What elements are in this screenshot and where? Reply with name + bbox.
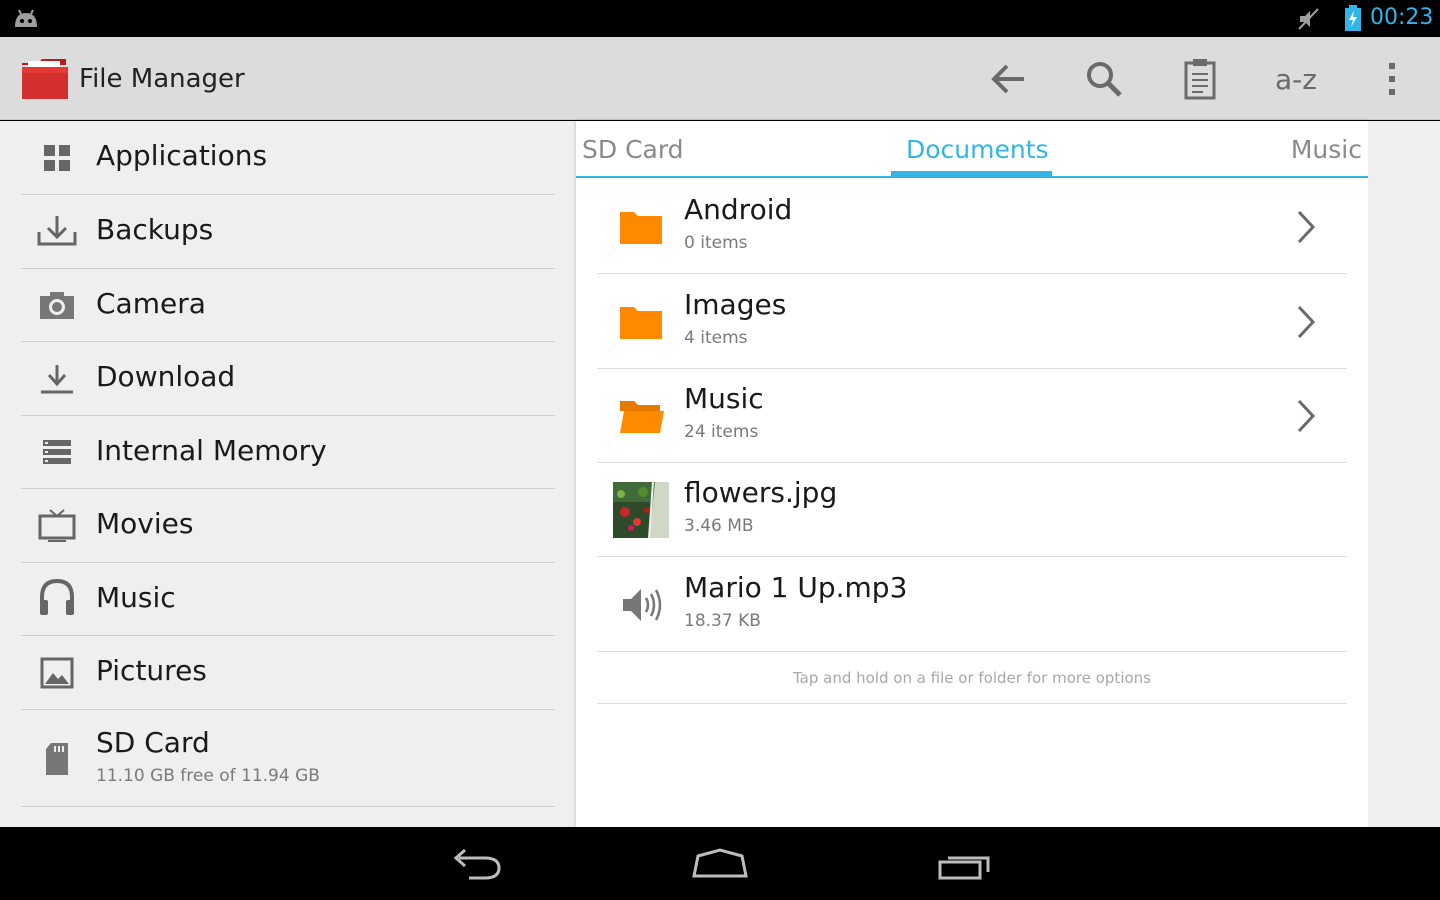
android-icon xyxy=(15,9,37,27)
location-tabs: SD Card Documents Music xyxy=(576,121,1368,178)
nav-back-button[interactable] xyxy=(445,846,509,886)
sidebar-item-label: Camera xyxy=(96,287,206,320)
clock: 00:23 xyxy=(1370,5,1434,30)
folder-icon xyxy=(613,199,669,255)
backup-download-icon xyxy=(35,211,79,251)
search-button[interactable] xyxy=(1079,55,1129,103)
sd-card-free-space: 11.10 GB free of 11.94 GB xyxy=(96,766,320,786)
back-arrow-icon xyxy=(991,64,1024,94)
chevron-right-icon xyxy=(1297,210,1316,244)
search-icon xyxy=(1087,62,1122,97)
clipboard-icon xyxy=(1184,59,1216,100)
sidebar-item-label: Applications xyxy=(96,139,268,172)
speaker-icon xyxy=(613,577,669,633)
active-tab-indicator xyxy=(891,171,1052,177)
headphones-icon xyxy=(35,577,79,617)
sort-label: a-z xyxy=(1275,62,1317,96)
sidebar-item-label: Internal Memory xyxy=(96,434,327,467)
file-row-mario-mp3[interactable]: Mario 1 Up.mp3 18.37 KB xyxy=(597,557,1347,652)
sidebar: Applications Backups Camera Download Int… xyxy=(0,121,576,827)
file-row-android[interactable]: Android 0 items xyxy=(597,179,1347,274)
file-name: Mario 1 Up.mp3 xyxy=(684,571,908,604)
back-button[interactable] xyxy=(983,55,1033,103)
mute-icon xyxy=(1298,8,1319,30)
file-name: flowers.jpg xyxy=(684,476,838,509)
sort-button[interactable]: a-z xyxy=(1266,55,1326,103)
chevron-right-icon xyxy=(1297,399,1316,433)
chevron-right-icon xyxy=(1297,305,1316,339)
overflow-menu-button[interactable] xyxy=(1367,55,1417,103)
red-folder-icon xyxy=(22,59,68,99)
camera-icon xyxy=(35,285,79,325)
home-icon xyxy=(692,848,748,878)
status-bar: 00:23 xyxy=(0,0,1440,37)
sidebar-item-applications[interactable]: Applications xyxy=(21,121,555,195)
sidebar-item-label: Download xyxy=(96,360,236,393)
sidebar-item-pictures[interactable]: Pictures xyxy=(21,636,555,710)
tab-documents[interactable]: Documents xyxy=(906,135,1049,164)
picture-icon xyxy=(35,653,79,693)
sidebar-item-music[interactable]: Music xyxy=(21,563,555,636)
sidebar-item-internal-memory[interactable]: Internal Memory xyxy=(21,416,555,489)
sidebar-item-camera[interactable]: Camera xyxy=(21,269,555,342)
folder-icon xyxy=(613,294,669,350)
file-meta: 3.46 MB xyxy=(684,516,754,536)
sidebar-item-label: Pictures xyxy=(96,654,207,687)
paste-button[interactable] xyxy=(1175,55,1225,103)
usage-hint: Tap and hold on a file or folder for mor… xyxy=(597,652,1347,704)
file-row-images[interactable]: Images 4 items xyxy=(597,274,1347,369)
file-name: Images xyxy=(684,288,787,321)
sidebar-item-label: Movies xyxy=(96,507,194,540)
file-meta: 24 items xyxy=(684,422,759,442)
folder-open-icon xyxy=(613,388,669,444)
sidebar-item-label: Backups xyxy=(96,213,214,246)
right-margin xyxy=(1368,121,1440,827)
recents-icon xyxy=(938,856,990,880)
sd-card-icon xyxy=(35,739,79,779)
storage-icon xyxy=(35,432,79,472)
sidebar-item-download[interactable]: Download xyxy=(21,342,555,416)
file-meta: 0 items xyxy=(684,233,748,253)
sidebar-item-backups[interactable]: Backups xyxy=(21,195,555,269)
tv-icon xyxy=(35,505,79,545)
file-row-music[interactable]: Music 24 items xyxy=(597,368,1347,463)
image-thumbnail xyxy=(613,482,669,538)
navigation-bar xyxy=(0,828,1440,900)
sidebar-item-sd-card[interactable]: SD Card 11.10 GB free of 11.94 GB xyxy=(21,710,555,807)
battery-charging-icon xyxy=(1345,5,1361,31)
sidebar-item-label: SD Card xyxy=(96,726,210,759)
grid-icon xyxy=(35,138,79,178)
download-icon xyxy=(35,359,79,399)
back-icon xyxy=(453,848,501,880)
tab-sd-card[interactable]: SD Card xyxy=(582,135,684,164)
nav-home-button[interactable] xyxy=(688,846,752,886)
action-bar: File Manager a-z xyxy=(0,37,1440,120)
file-meta: 4 items xyxy=(684,328,748,348)
sidebar-item-movies[interactable]: Movies xyxy=(21,489,555,563)
sidebar-item-label: Music xyxy=(96,581,176,614)
file-browser-pane: SD Card Documents Music Android 0 items … xyxy=(576,121,1368,827)
app-title: File Manager xyxy=(79,64,245,94)
nav-recents-button[interactable] xyxy=(932,846,996,886)
file-row-flowers[interactable]: flowers.jpg 3.46 MB xyxy=(597,462,1347,557)
overflow-menu-icon xyxy=(1389,63,1395,95)
file-name: Music xyxy=(684,382,764,415)
file-meta: 18.37 KB xyxy=(684,611,761,631)
file-name: Android xyxy=(684,193,793,226)
tab-music[interactable]: Music xyxy=(1291,135,1362,164)
